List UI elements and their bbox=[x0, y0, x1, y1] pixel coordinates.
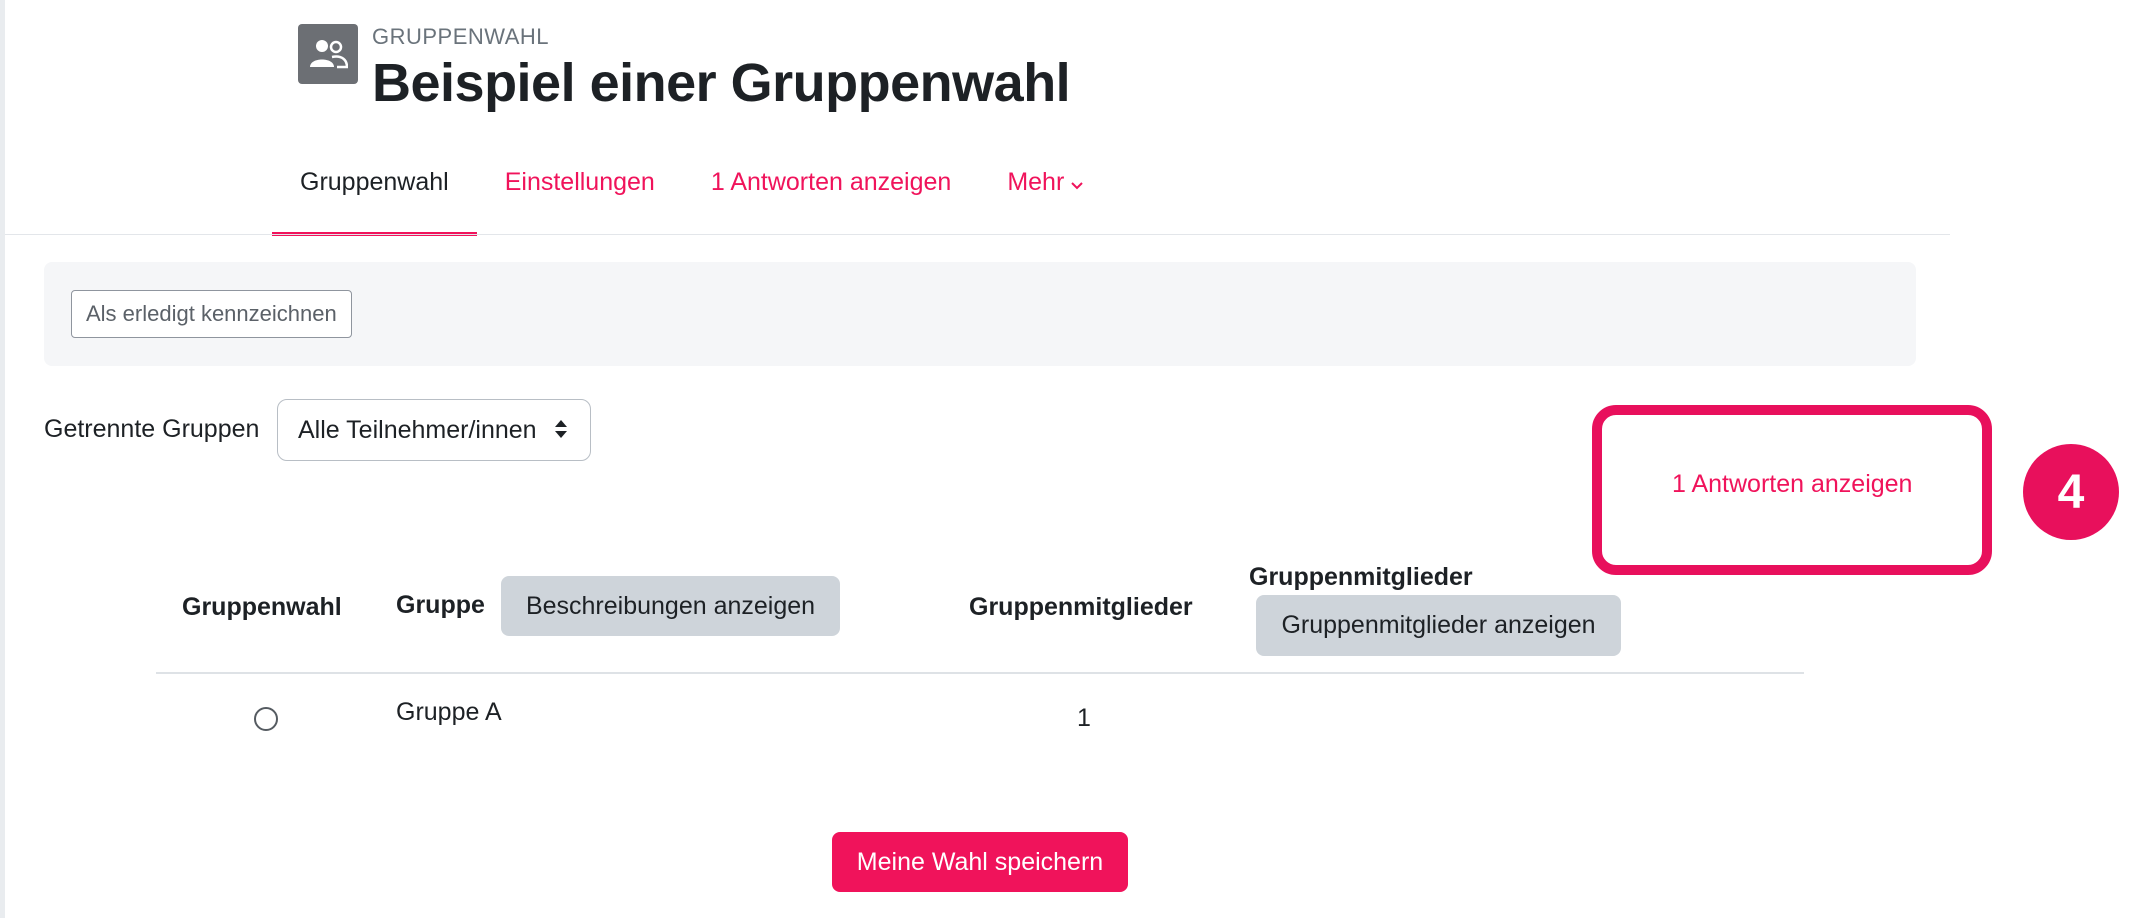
separate-groups-label: Getrennte Gruppen bbox=[44, 415, 260, 443]
tab-antworten-anzeigen[interactable]: 1 Antworten anzeigen bbox=[683, 150, 979, 236]
left-edge bbox=[0, 0, 5, 918]
save-choice-button[interactable]: Meine Wahl speichern bbox=[832, 832, 1128, 892]
show-descriptions-button[interactable]: Beschreibungen anzeigen bbox=[501, 576, 840, 636]
groups-select-value: Alle Teilnehmer/innen bbox=[298, 415, 537, 444]
page-title: Beispiel einer Gruppenwahl bbox=[372, 53, 1071, 113]
step-badge: 4 bbox=[2023, 444, 2119, 540]
activity-type-label: GRUPPENWAHL bbox=[372, 24, 550, 49]
column-header-members-count: Gruppenmitglieder bbox=[969, 593, 1193, 621]
tabs-divider bbox=[5, 234, 1950, 235]
column-header-members: Gruppenmitglieder bbox=[1249, 563, 1473, 591]
view-responses-link[interactable]: 1 Antworten anzeigen bbox=[1672, 470, 1912, 499]
tab-einstellungen[interactable]: Einstellungen bbox=[477, 150, 683, 236]
column-header-group: Gruppe bbox=[396, 591, 485, 619]
members-count-cell: 1 bbox=[1077, 704, 1091, 732]
tab-gruppenwahl[interactable]: Gruppenwahl bbox=[272, 150, 477, 236]
column-header-choice: Gruppenwahl bbox=[182, 593, 342, 621]
groups-select[interactable]: Alle Teilnehmer/innen bbox=[277, 399, 591, 461]
choice-radio-gruppe-a[interactable] bbox=[254, 707, 278, 731]
sort-arrows-icon bbox=[554, 418, 568, 447]
chevron-down-icon bbox=[1070, 151, 1084, 215]
show-members-button[interactable]: Gruppenmitglieder anzeigen bbox=[1256, 595, 1621, 656]
group-name-cell: Gruppe A bbox=[396, 698, 502, 726]
tab-mehr-label: Mehr bbox=[1007, 168, 1065, 196]
mark-as-done-button[interactable]: Als erledigt kennzeichnen bbox=[71, 290, 352, 338]
tab-mehr[interactable]: Mehr bbox=[979, 150, 1112, 236]
users-icon bbox=[298, 24, 358, 84]
table-header-divider bbox=[156, 672, 1804, 674]
secondary-navigation: Gruppenwahl Einstellungen 1 Antworten an… bbox=[272, 150, 1112, 236]
